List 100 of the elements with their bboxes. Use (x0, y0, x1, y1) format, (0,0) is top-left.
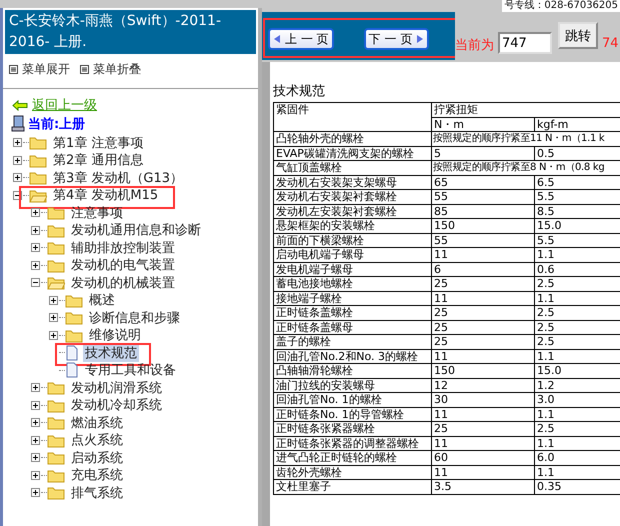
table-cell: 3.5 (432, 480, 534, 494)
menu-icon (80, 64, 89, 74)
expand-icon[interactable] (30, 470, 40, 480)
expand-icon[interactable] (30, 453, 40, 462)
tree-item[interactable]: 注意事项 (69, 204, 125, 222)
tree-item[interactable]: 燃油系统 (69, 414, 125, 432)
tree-item[interactable]: 启动系统 (69, 448, 125, 467)
table-cell: 15.0 (534, 364, 620, 378)
menu-icon (9, 64, 18, 74)
expand-icon[interactable] (48, 296, 58, 305)
table-cell: 正时链条盖螺母 (274, 320, 432, 334)
table-cell: 6.5 (534, 175, 620, 190)
table-cell: 凸轮轴外壳的螺栓 (274, 132, 432, 146)
table-cell: 85 (432, 204, 534, 218)
folder-icon (47, 398, 65, 413)
table-cell: 55 (432, 190, 534, 204)
menu-link[interactable]: 菜单展开 (22, 60, 70, 78)
left-arrow-icon (273, 34, 281, 44)
expand-icon[interactable] (30, 400, 40, 410)
expand-icon[interactable] (12, 173, 22, 182)
tree-item[interactable]: 第4章 发动机M15 (51, 186, 160, 204)
table-cell: 气缸顶盖螺栓 (274, 160, 432, 175)
expand-icon[interactable] (30, 226, 40, 235)
current-page-label: 当前为 (455, 37, 494, 54)
page-input[interactable]: 747 (498, 32, 552, 54)
folder-icon (47, 450, 65, 466)
table-cell: 2.5 (534, 422, 620, 436)
book-title: C-长安铃木-雨燕（Swift）-2011-2016- 上册. (5, 10, 256, 54)
table-cell: 11 (432, 349, 534, 364)
folder-icon (47, 240, 65, 256)
expand-icon[interactable] (30, 488, 40, 498)
tree-item[interactable]: 专用工具和设备 (83, 361, 178, 380)
tree-item[interactable]: 诊断信息和步骤 (87, 308, 182, 327)
table-cell: 15.0 (534, 218, 620, 233)
expand-icon[interactable] (30, 243, 40, 252)
tree-item[interactable]: 第2章 通用信息 (51, 151, 146, 170)
table-cell: 2.5 (534, 334, 620, 349)
expand-icon[interactable] (48, 313, 58, 322)
expand-icon[interactable] (30, 208, 40, 218)
collapse-icon[interactable] (30, 278, 40, 288)
table-cell: 齿轮外壳螺栓 (274, 465, 432, 480)
table-cell: 25 (432, 306, 534, 320)
menu-link[interactable]: 菜单折叠 (93, 60, 141, 78)
table-cell: 11 (432, 436, 534, 450)
expand-icon[interactable] (30, 260, 40, 270)
expand-icon[interactable] (12, 138, 22, 148)
jump-button[interactable]: 跳转 (558, 22, 598, 49)
table-cell: 25 (432, 320, 534, 334)
tree-item[interactable]: 第1章 注意事项 (51, 134, 146, 152)
current-location: 当前:上册 (28, 116, 86, 132)
tree-item[interactable]: 发动机润滑系统 (69, 378, 164, 397)
expand-icon[interactable] (12, 156, 22, 165)
table-cell: 1.1 (534, 349, 620, 364)
table-cell: 5 (432, 146, 534, 160)
folder-icon (47, 380, 65, 396)
expand-icon[interactable] (30, 383, 40, 392)
table-cell: 按照规定的顺序拧紧至8 N・m（0.8 kg (432, 160, 620, 175)
open-folder-icon (47, 275, 65, 290)
tree-item[interactable]: 充电系统 (69, 466, 125, 484)
table-cell: 0.6 (534, 262, 620, 276)
folder-icon (29, 135, 47, 150)
table-cell: 2.5 (534, 276, 620, 291)
tree-item[interactable]: 维修说明 (87, 326, 143, 344)
header-cell: N・m (432, 117, 534, 132)
table-cell: 5.5 (534, 190, 620, 204)
expand-icon[interactable] (30, 436, 40, 445)
table-cell: 回油孔管No. 1的螺栓 (274, 392, 432, 407)
tree-item[interactable]: 发动机冷却系统 (69, 396, 164, 414)
table-cell: 1.1 (534, 436, 620, 450)
next-page-button[interactable]: 下 一 页 (364, 28, 430, 50)
expand-icon[interactable] (30, 418, 40, 428)
tree-item[interactable]: 辅助排放控制装置 (69, 238, 177, 257)
tree-item[interactable]: 概述 (87, 291, 117, 310)
tree-item[interactable]: 第3章 发动机（G13） (51, 168, 186, 187)
table-cell: 25 (432, 422, 534, 436)
tree-item[interactable]: 发动机的电气装置 (69, 256, 177, 274)
folder-icon (47, 432, 65, 448)
table-cell: 1.1 (534, 291, 620, 306)
previous-page-button[interactable]: 上 一 页 (268, 28, 334, 50)
right-arrow-icon (416, 34, 424, 44)
table-cell: 凸轴轴滑轮螺栓 (274, 364, 432, 378)
folder-icon (47, 415, 65, 430)
tree-item[interactable]: 发动机通用信息和诊断 (69, 221, 203, 240)
table-cell: 盖子的螺栓 (274, 334, 432, 349)
header-cell: 紧固件 (274, 102, 432, 132)
expand-icon[interactable] (48, 330, 58, 340)
total-pages-text: 74 (602, 36, 619, 51)
tree-item[interactable]: 点火系统 (69, 431, 125, 450)
table-cell: 1.1 (534, 407, 620, 422)
tree-item[interactable]: 发动机的机械装置 (69, 274, 177, 292)
table-cell: 进气凸轮正时链轮的螺栓 (274, 450, 432, 465)
back-link[interactable]: 返回上一级 (32, 96, 97, 114)
table-cell: 11 (432, 407, 534, 422)
table-cell: 正时链条张紧器螺栓 (274, 422, 432, 436)
table-cell: 回油孔管No.2和No. 3的螺栓 (274, 349, 432, 364)
table-cell: 30 (432, 392, 534, 407)
folder-icon (47, 258, 65, 273)
folder-icon (47, 468, 65, 483)
table-cell: 65 (432, 175, 534, 190)
tree-item[interactable]: 排气系统 (69, 484, 125, 502)
